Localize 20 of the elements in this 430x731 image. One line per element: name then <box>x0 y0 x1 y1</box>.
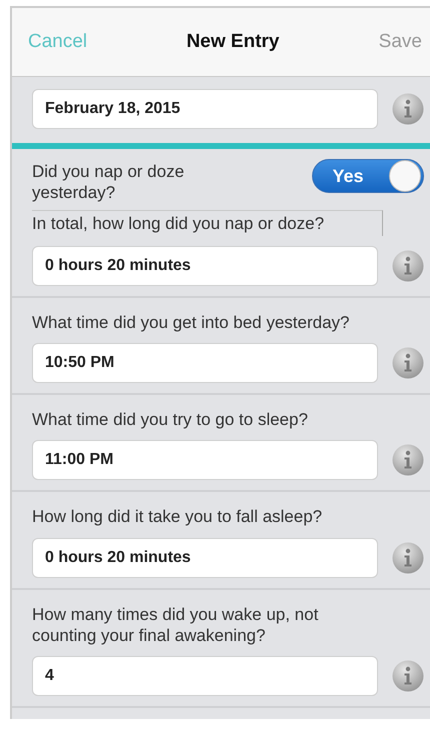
answer-field[interactable]: 4 <box>32 656 378 696</box>
date-field[interactable]: February 18, 2015 <box>32 89 378 129</box>
answer-field[interactable]: 10:50 PM <box>32 343 378 383</box>
answer-field[interactable]: 0 hours 20 minutes <box>32 246 378 286</box>
toggle-switch[interactable]: Yes <box>312 159 424 193</box>
question-text: What time did you try to go to sleep? <box>32 409 309 430</box>
info-icon[interactable] <box>392 250 424 282</box>
info-icon[interactable] <box>392 444 424 476</box>
answer-field[interactable]: 0 hours 20 minutes <box>32 538 378 578</box>
answer-field[interactable]: 11:00 PM <box>32 440 378 480</box>
info-icon[interactable] <box>392 660 424 692</box>
question-text: How many times did you wake up, not counting your final awakening? <box>32 604 320 646</box>
question-text: Did you nap or doze yesterday? <box>32 161 186 204</box>
question-text: In total, how long did you nap or doze? <box>32 210 383 236</box>
info-icon[interactable] <box>392 542 424 574</box>
info-icon[interactable] <box>392 93 424 125</box>
question-text: What time did you get into bed yesterday? <box>32 312 351 333</box>
screen-title: New Entry <box>186 31 280 53</box>
info-icon[interactable] <box>392 347 424 379</box>
question-text: How long did it take you to fall asleep? <box>32 506 324 528</box>
